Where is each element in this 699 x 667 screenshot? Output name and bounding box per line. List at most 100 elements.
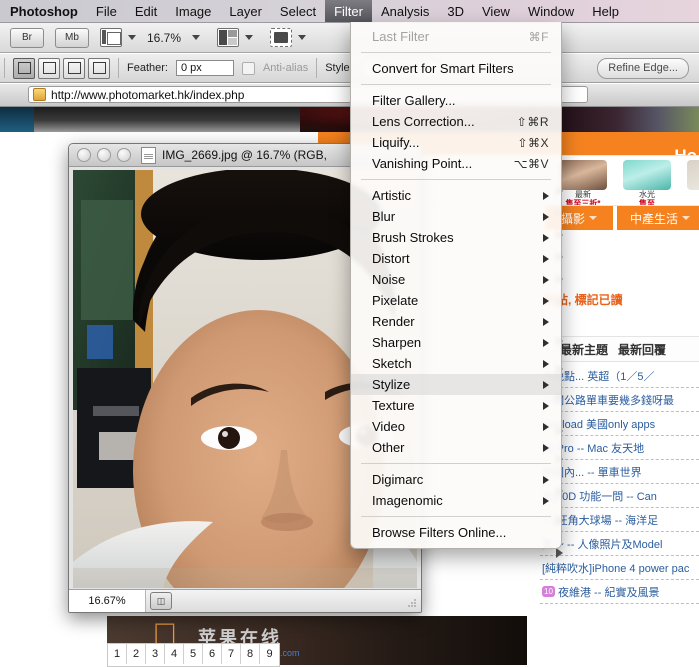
menu-item-label: Brush Strokes (372, 230, 454, 245)
menu-item-label: Browse Filters Online... (372, 525, 507, 540)
menu-select[interactable]: Select (271, 0, 325, 22)
menu-3d[interactable]: 3D (438, 0, 473, 22)
menu-item-texture[interactable]: Texture (351, 395, 561, 416)
menu-item-liquify[interactable]: Liquify... ⇧⌘X (351, 132, 561, 153)
view-extras-icon[interactable] (100, 28, 122, 47)
add-to-selection-button[interactable] (38, 57, 60, 79)
document-info-icon[interactable]: ◫ (150, 592, 172, 610)
zoom-percentage: 16.7% (147, 30, 182, 45)
menu-item-label: Vanishing Point... (372, 156, 473, 171)
menu-help[interactable]: Help (583, 0, 628, 22)
nav-tab-lifestyle[interactable]: 中產生活 (617, 206, 699, 230)
submenu-arrow-icon (543, 317, 549, 326)
menu-analysis[interactable]: Analysis (372, 0, 438, 22)
menu-item-label: Video (372, 419, 406, 434)
chevron-down-icon[interactable] (192, 35, 201, 40)
pagination-page-2[interactable]: 2 (127, 644, 146, 664)
menu-item-label: Lens Correction... (372, 114, 475, 129)
menu-image[interactable]: Image (166, 0, 220, 22)
menu-item-artistic[interactable]: Artistic (351, 185, 561, 206)
chevron-down-icon[interactable] (245, 35, 254, 40)
menu-filter[interactable]: Filter (325, 0, 372, 22)
minimize-button[interactable] (97, 148, 111, 162)
document-file-icon (141, 146, 156, 164)
menu-item-sketch[interactable]: Sketch (351, 353, 561, 374)
menu-separator (361, 516, 551, 517)
filter-menu-dropdown: Last Filter ⌘F Convert for Smart Filters Fi… (350, 22, 562, 549)
submenu-arrow-icon (543, 296, 549, 305)
pagination-page-5[interactable]: 5 (184, 644, 203, 664)
zoom-level-field[interactable]: 16.67% (69, 590, 146, 612)
style-label: Style: (325, 62, 353, 74)
menu-bar: Photoshop File Edit Image Layer Select Filter A… (0, 0, 699, 23)
pagination-page-1[interactable]: 1 (108, 644, 127, 664)
forum-post-title: 夜維港 -- 紀實及風景 (558, 586, 660, 599)
close-button[interactable] (77, 148, 91, 162)
menu-item-vanishing-point[interactable]: Vanishing Point... ⌥⌘V (351, 153, 561, 174)
menu-separator (361, 463, 551, 464)
menu-item-blur[interactable]: Blur (351, 206, 561, 227)
pagination-page-4[interactable]: 4 (165, 644, 184, 664)
expand-arrow-icon (556, 548, 563, 558)
menu-edit[interactable]: Edit (126, 0, 166, 22)
submenu-arrow-icon (543, 443, 549, 452)
apple-banner-url[interactable]: .com (280, 648, 300, 658)
menu-item-imagenomic[interactable]: Imagenomic (351, 490, 561, 511)
zoom-button[interactable] (117, 148, 131, 162)
menu-item-label: Render (372, 314, 415, 329)
submenu-arrow-icon (543, 359, 549, 368)
menu-item-render[interactable]: Render (351, 311, 561, 332)
bridge-button[interactable]: Br (10, 27, 44, 48)
chevron-down-icon (589, 216, 597, 220)
screen-mode-icon[interactable] (270, 28, 293, 47)
menu-item-convert-for-smart-filters[interactable]: Convert for Smart Filters (351, 58, 561, 79)
pagination-page-7[interactable]: 7 (222, 644, 241, 664)
menu-item-shortcut: ⌘F (528, 29, 549, 44)
menu-item-filter-gallery[interactable]: Filter Gallery... (351, 90, 561, 111)
pagination-page-9[interactable]: 9 (260, 644, 279, 664)
menu-item-sharpen[interactable]: Sharpen (351, 332, 561, 353)
submenu-arrow-icon (543, 422, 549, 431)
menu-item-stylize[interactable]: Stylize (351, 374, 561, 395)
submenu-arrow-icon (543, 496, 549, 505)
pagination-page-6[interactable]: 6 (203, 644, 222, 664)
chevron-down-icon[interactable] (298, 35, 307, 40)
menu-item-browse-filters-online[interactable]: Browse Filters Online... (351, 522, 561, 543)
menu-view[interactable]: View (473, 0, 519, 22)
menu-item-noise[interactable]: Noise (351, 269, 561, 290)
arrange-documents-icon[interactable] (217, 28, 240, 47)
submenu-arrow-icon (543, 401, 549, 410)
resize-grip-icon[interactable] (406, 598, 417, 609)
document-statusbar: 16.67% ◫ (69, 589, 421, 612)
hero-tint-left (0, 106, 34, 132)
menu-item-label: Sketch (372, 356, 412, 371)
promo-item[interactable] (685, 160, 699, 190)
anti-alias-label: Anti-alias (262, 62, 309, 74)
promo-item[interactable]: 水光 售至 (621, 160, 673, 205)
subtract-from-selection-button[interactable] (63, 57, 85, 79)
menu-item-distort[interactable]: Distort (351, 248, 561, 269)
pagination-page-8[interactable]: 8 (241, 644, 260, 664)
menu-layer[interactable]: Layer (220, 0, 271, 22)
menu-photoshop[interactable]: Photoshop (0, 0, 87, 22)
menu-item-other[interactable]: Other (351, 437, 561, 458)
menu-window[interactable]: Window (519, 0, 583, 22)
anti-alias-checkbox[interactable] (241, 61, 255, 75)
mini-bridge-button[interactable]: Mb (55, 27, 89, 48)
menu-item-brush-strokes[interactable]: Brush Strokes (351, 227, 561, 248)
menu-file[interactable]: File (87, 0, 126, 22)
intersect-selection-button[interactable] (88, 57, 110, 79)
menu-item-label: Stylize (372, 377, 411, 392)
pagination-page-3[interactable]: 3 (146, 644, 165, 664)
forum-tab-latest-topics[interactable]: 最新主題 (560, 341, 608, 358)
menu-item-digimarc[interactable]: Digimarc (351, 469, 561, 490)
new-selection-button[interactable] (13, 57, 35, 79)
refine-edge-button[interactable]: Refine Edge... (597, 57, 689, 79)
menu-item-lens-correction[interactable]: Lens Correction... ⇧⌘R (351, 111, 561, 132)
chevron-down-icon (682, 216, 690, 220)
chevron-down-icon[interactable] (128, 35, 136, 40)
menu-item-video[interactable]: Video (351, 416, 561, 437)
forum-tab-latest-replies[interactable]: 最新回覆 (618, 341, 666, 358)
menu-item-pixelate[interactable]: Pixelate (351, 290, 561, 311)
feather-input[interactable]: 0 px (175, 60, 234, 76)
